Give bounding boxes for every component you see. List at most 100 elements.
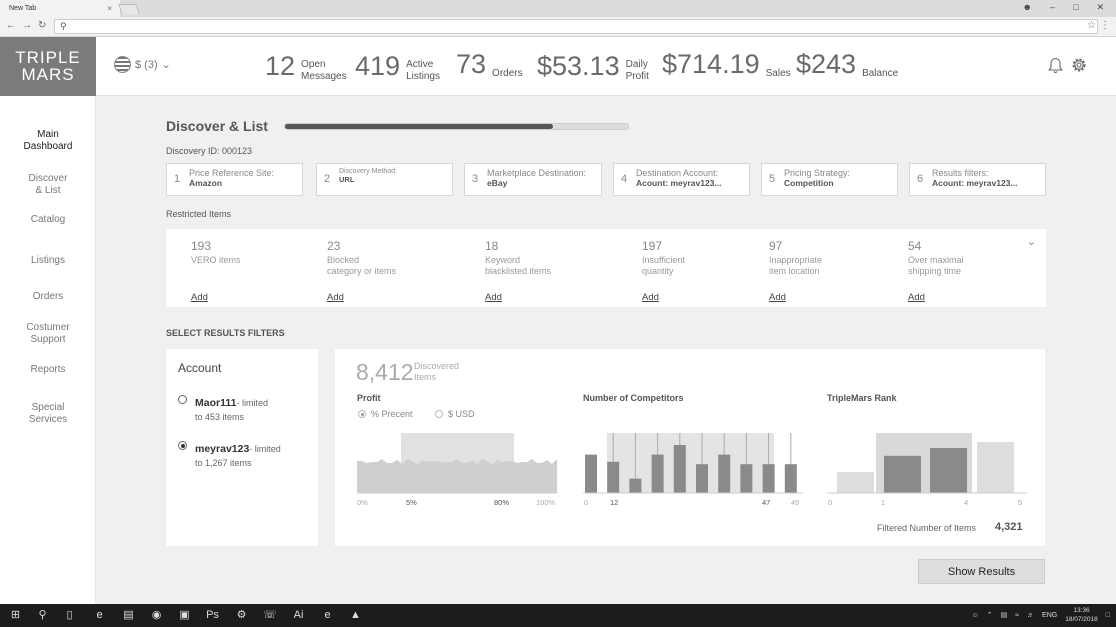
back-icon[interactable]: ← xyxy=(6,20,16,31)
step-pricing-strategy[interactable]: 5 Pricing Strategy: Competition xyxy=(761,163,898,196)
discovery-id: Discovery ID: 000123 xyxy=(166,146,253,156)
search-icon[interactable]: ⚲ xyxy=(36,609,49,622)
chevron-down-icon[interactable]: ⌄ xyxy=(1027,235,1036,248)
restricted-item-keyword: 18 Keyword blacklisted items Add xyxy=(485,239,615,303)
account-option-maor111[interactable]: Maor111- limited to 453 items xyxy=(178,393,268,423)
step-destination-account[interactable]: 4 Destination Account: Acount: meyrav123… xyxy=(613,163,750,196)
kpi-balance[interactable]: $243 Balance xyxy=(796,49,898,80)
step-value: Acount: meyrav123... xyxy=(636,178,722,188)
photos-icon[interactable]: ▲ xyxy=(349,609,362,622)
restricted-label: Over maximal shipping time xyxy=(908,255,964,276)
add-link[interactable]: Add xyxy=(485,292,502,303)
reload-icon[interactable]: ↻ xyxy=(38,20,46,31)
radio-button[interactable] xyxy=(178,395,187,404)
sidebar-item-discover-list[interactable]: Discover & List xyxy=(0,173,96,197)
profile-icon[interactable]: ☻ xyxy=(1023,2,1032,17)
maximize-icon[interactable]: □ xyxy=(1073,2,1078,17)
kpi-active-listings[interactable]: 419 Active Listings xyxy=(355,49,440,83)
volume-icon[interactable]: ♬ xyxy=(1027,612,1034,619)
tray-chevron-icon[interactable]: ⌃ xyxy=(987,611,993,619)
rank-title: TripleMars Rank xyxy=(827,393,897,403)
currency-selector[interactable]: $ (3) ⌄ xyxy=(114,56,171,73)
file-explorer-icon[interactable]: ▤ xyxy=(122,609,135,622)
sidebar-item-listings[interactable]: Listings xyxy=(0,255,96,267)
ie-icon[interactable]: e xyxy=(321,609,334,622)
profit-title: Profit xyxy=(357,393,381,403)
new-tab-button[interactable] xyxy=(118,4,140,14)
tab-close-icon[interactable]: × xyxy=(107,4,112,13)
step-value: eBay xyxy=(487,178,508,188)
task-view-icon[interactable]: ▯ xyxy=(63,609,76,622)
browser-tab[interactable]: New Tab × xyxy=(0,0,120,17)
profit-option-usd[interactable]: $ USD xyxy=(435,409,475,419)
step-marketplace-destination[interactable]: 3 Marketplace Destination: eBay xyxy=(464,163,602,196)
step-results-filters[interactable]: 6 Results filters: Acount: meyrav123... xyxy=(909,163,1046,196)
store-icon[interactable]: ▣ xyxy=(178,609,191,622)
network-icon[interactable]: ▤ xyxy=(1001,611,1008,619)
minimize-icon[interactable]: – xyxy=(1050,2,1055,17)
forward-icon[interactable]: → xyxy=(22,20,32,31)
kpi-sales[interactable]: $714.19 Sales xyxy=(662,49,791,80)
bookmark-star-icon[interactable]: ☆ xyxy=(1087,20,1096,31)
step-index: 2 xyxy=(324,173,331,185)
add-link[interactable]: Add xyxy=(327,292,344,303)
illustrator-icon[interactable]: Ai xyxy=(292,609,305,622)
close-window-icon[interactable]: ✕ xyxy=(1096,2,1104,17)
sidebar-item-catalog[interactable]: Catalog xyxy=(0,214,96,226)
kpi-orders[interactable]: 73 Orders xyxy=(456,49,523,80)
sidebar-item-special-services[interactable]: Special Services xyxy=(0,402,96,426)
rank-chart[interactable] xyxy=(827,433,1027,508)
sidebar-item-main-dashboard[interactable]: Main Dashboard xyxy=(0,129,96,153)
gear-icon[interactable] xyxy=(1070,56,1088,74)
restricted-item-vero: 193 VERO items Add xyxy=(191,239,321,303)
radio-button[interactable] xyxy=(358,410,366,418)
clock[interactable]: 13:36 18/07/2018 xyxy=(1065,606,1098,624)
rank-bar xyxy=(884,455,921,493)
competitors-tick: 12 xyxy=(610,498,619,507)
rank-bar xyxy=(930,448,967,493)
competitors-chart[interactable] xyxy=(583,433,803,508)
account-option-meyrav123[interactable]: meyrav123- limited to 1,267 items xyxy=(178,439,281,469)
settings-icon[interactable]: ⚙ xyxy=(235,609,248,622)
whatsapp-icon[interactable]: ☏ xyxy=(263,609,277,622)
sidebar-item-costumer-support[interactable]: Costumer Support xyxy=(0,322,96,346)
profit-tick: 80% xyxy=(494,498,510,507)
bell-icon[interactable] xyxy=(1048,57,1063,74)
sidebar-item-orders[interactable]: Orders xyxy=(0,291,96,303)
kpi-label: Open Messages xyxy=(301,59,347,82)
account-name: Maor111 xyxy=(195,397,237,409)
wifi-icon[interactable]: ≈ xyxy=(1015,612,1019,619)
radio-button[interactable] xyxy=(178,441,187,450)
kpi-label: Orders xyxy=(492,67,523,79)
radio-button[interactable] xyxy=(435,410,443,418)
language-indicator[interactable]: ENG xyxy=(1042,612,1057,619)
competitors-bar xyxy=(585,454,597,493)
notifications-icon[interactable]: □ xyxy=(1106,612,1110,619)
restricted-label: Inappropriate item location xyxy=(769,255,823,276)
photoshop-icon[interactable]: Ps xyxy=(206,609,219,622)
add-link[interactable]: Add xyxy=(191,292,208,303)
add-link[interactable]: Add xyxy=(642,292,659,303)
step-price-reference-site[interactable]: 1 Price Reference Site: Amazon xyxy=(166,163,303,196)
restricted-label: Keyword blacklisted items xyxy=(485,255,552,276)
sidebar-item-reports[interactable]: Reports xyxy=(0,364,96,376)
profit-chart[interactable] xyxy=(357,433,557,508)
show-results-button[interactable]: Show Results xyxy=(918,559,1045,584)
kpi-daily-profit[interactable]: $53.13 Daily Profit xyxy=(537,49,649,83)
browser-menu-icon[interactable]: ⋮ xyxy=(1100,20,1110,31)
restricted-count: 54 xyxy=(908,239,922,253)
chrome-icon[interactable]: ◉ xyxy=(150,609,163,622)
step-discovery-method[interactable]: 2 Discovery Method: URL xyxy=(316,163,453,196)
logo[interactable]: TRIPLE MARS xyxy=(0,37,96,96)
people-icon[interactable]: ☺ xyxy=(972,612,979,619)
address-input[interactable]: ⚲ xyxy=(54,19,1098,34)
competitors-bar xyxy=(673,445,686,493)
profit-option-percent[interactable]: % Precent xyxy=(358,409,413,419)
kpi-open-messages[interactable]: 12 Open Messages xyxy=(265,49,347,83)
competitors-bar xyxy=(607,461,620,493)
add-link[interactable]: Add xyxy=(769,292,786,303)
restricted-items-panel: 193 VERO items Add 23 Blocked category or… xyxy=(166,229,1046,307)
edge-icon[interactable]: e xyxy=(93,609,106,622)
add-link[interactable]: Add xyxy=(908,292,925,303)
windows-start-icon[interactable]: ⊞ xyxy=(9,609,22,622)
